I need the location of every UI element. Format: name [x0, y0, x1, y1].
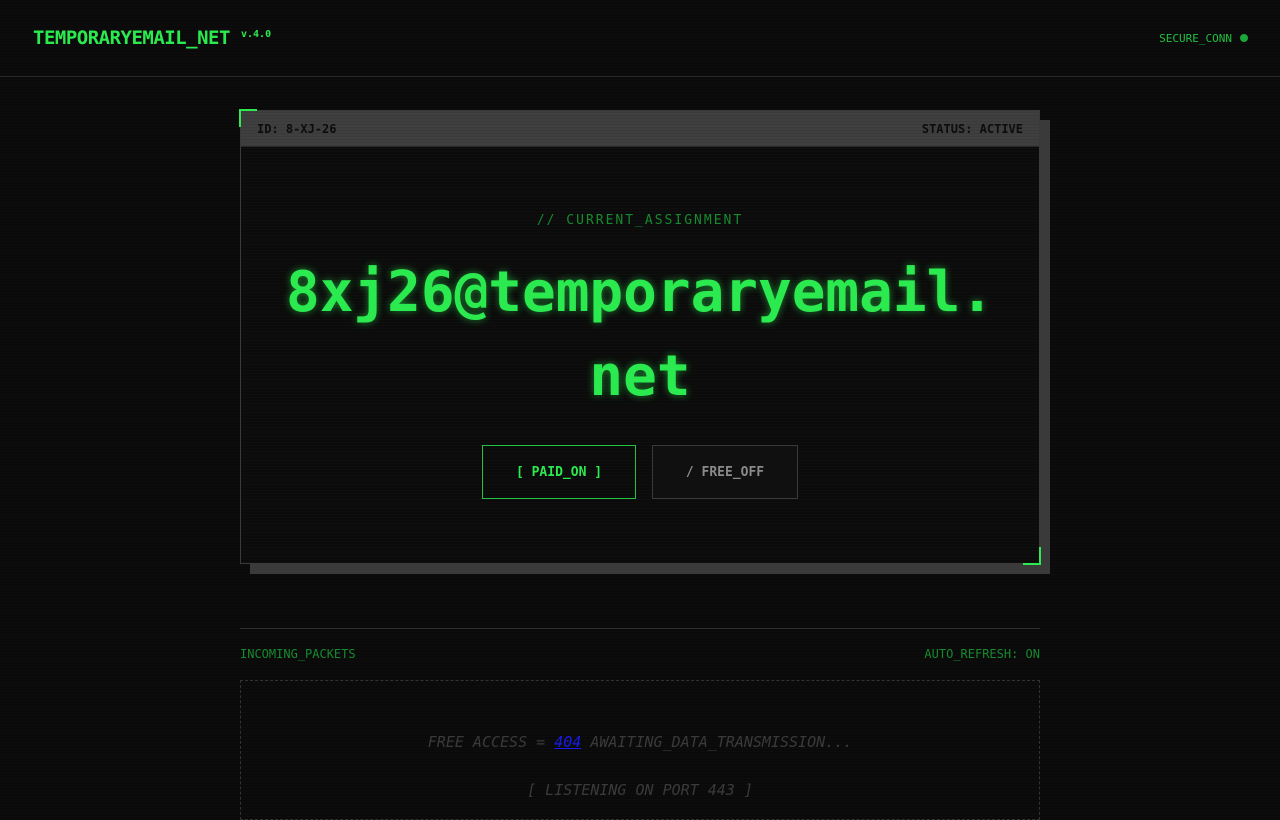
corner-bracket-bottom-right	[1023, 547, 1041, 565]
inbox-message-suffix: AWAITING_DATA_TRANSMISSION...	[581, 733, 853, 751]
inbox-status-message: FREE ACCESS = 404 AWAITING_DATA_TRANSMIS…	[241, 733, 1039, 751]
inbox-panel: FREE ACCESS = 404 AWAITING_DATA_TRANSMIS…	[240, 680, 1040, 820]
email-address[interactable]: 8xj26@temporaryemail.net	[271, 251, 1009, 419]
section-divider	[240, 628, 1040, 629]
connection-status: SECURE_CONN	[1159, 32, 1232, 45]
corner-bracket-top-left	[239, 109, 257, 127]
card-titlebar: ID: 8-XJ-26 STATUS: ACTIVE	[241, 111, 1039, 147]
inbox-message-prefix: FREE ACCESS =	[427, 733, 555, 751]
error-404-link[interactable]: 404	[554, 733, 581, 751]
brand-logo[interactable]: TEMPORARYEMAIL_NET	[33, 27, 230, 49]
status-dot-icon	[1240, 34, 1248, 42]
listening-port-message: [ LISTENING ON PORT 443 ]	[527, 781, 753, 799]
paid-on-button[interactable]: [ PAID_ON ]	[482, 445, 636, 499]
assignment-label: // CURRENT_ASSIGNMENT	[536, 213, 744, 228]
free-off-button[interactable]: / FREE_OFF	[652, 445, 798, 499]
email-card: ID: 8-XJ-26 STATUS: ACTIVE // CURRENT_AS…	[240, 110, 1040, 564]
card-status: STATUS: ACTIVE	[921, 122, 1023, 136]
top-header: TEMPORARYEMAIL_NET v.4.0 SECURE_CONN	[0, 0, 1280, 77]
incoming-packets-label: INCOMING_PACKETS	[240, 647, 356, 661]
auto-refresh-toggle[interactable]: AUTO_REFRESH: ON	[924, 647, 1040, 661]
version-label: v.4.0	[241, 29, 272, 40]
card-id: ID: 8-XJ-26	[257, 122, 337, 136]
